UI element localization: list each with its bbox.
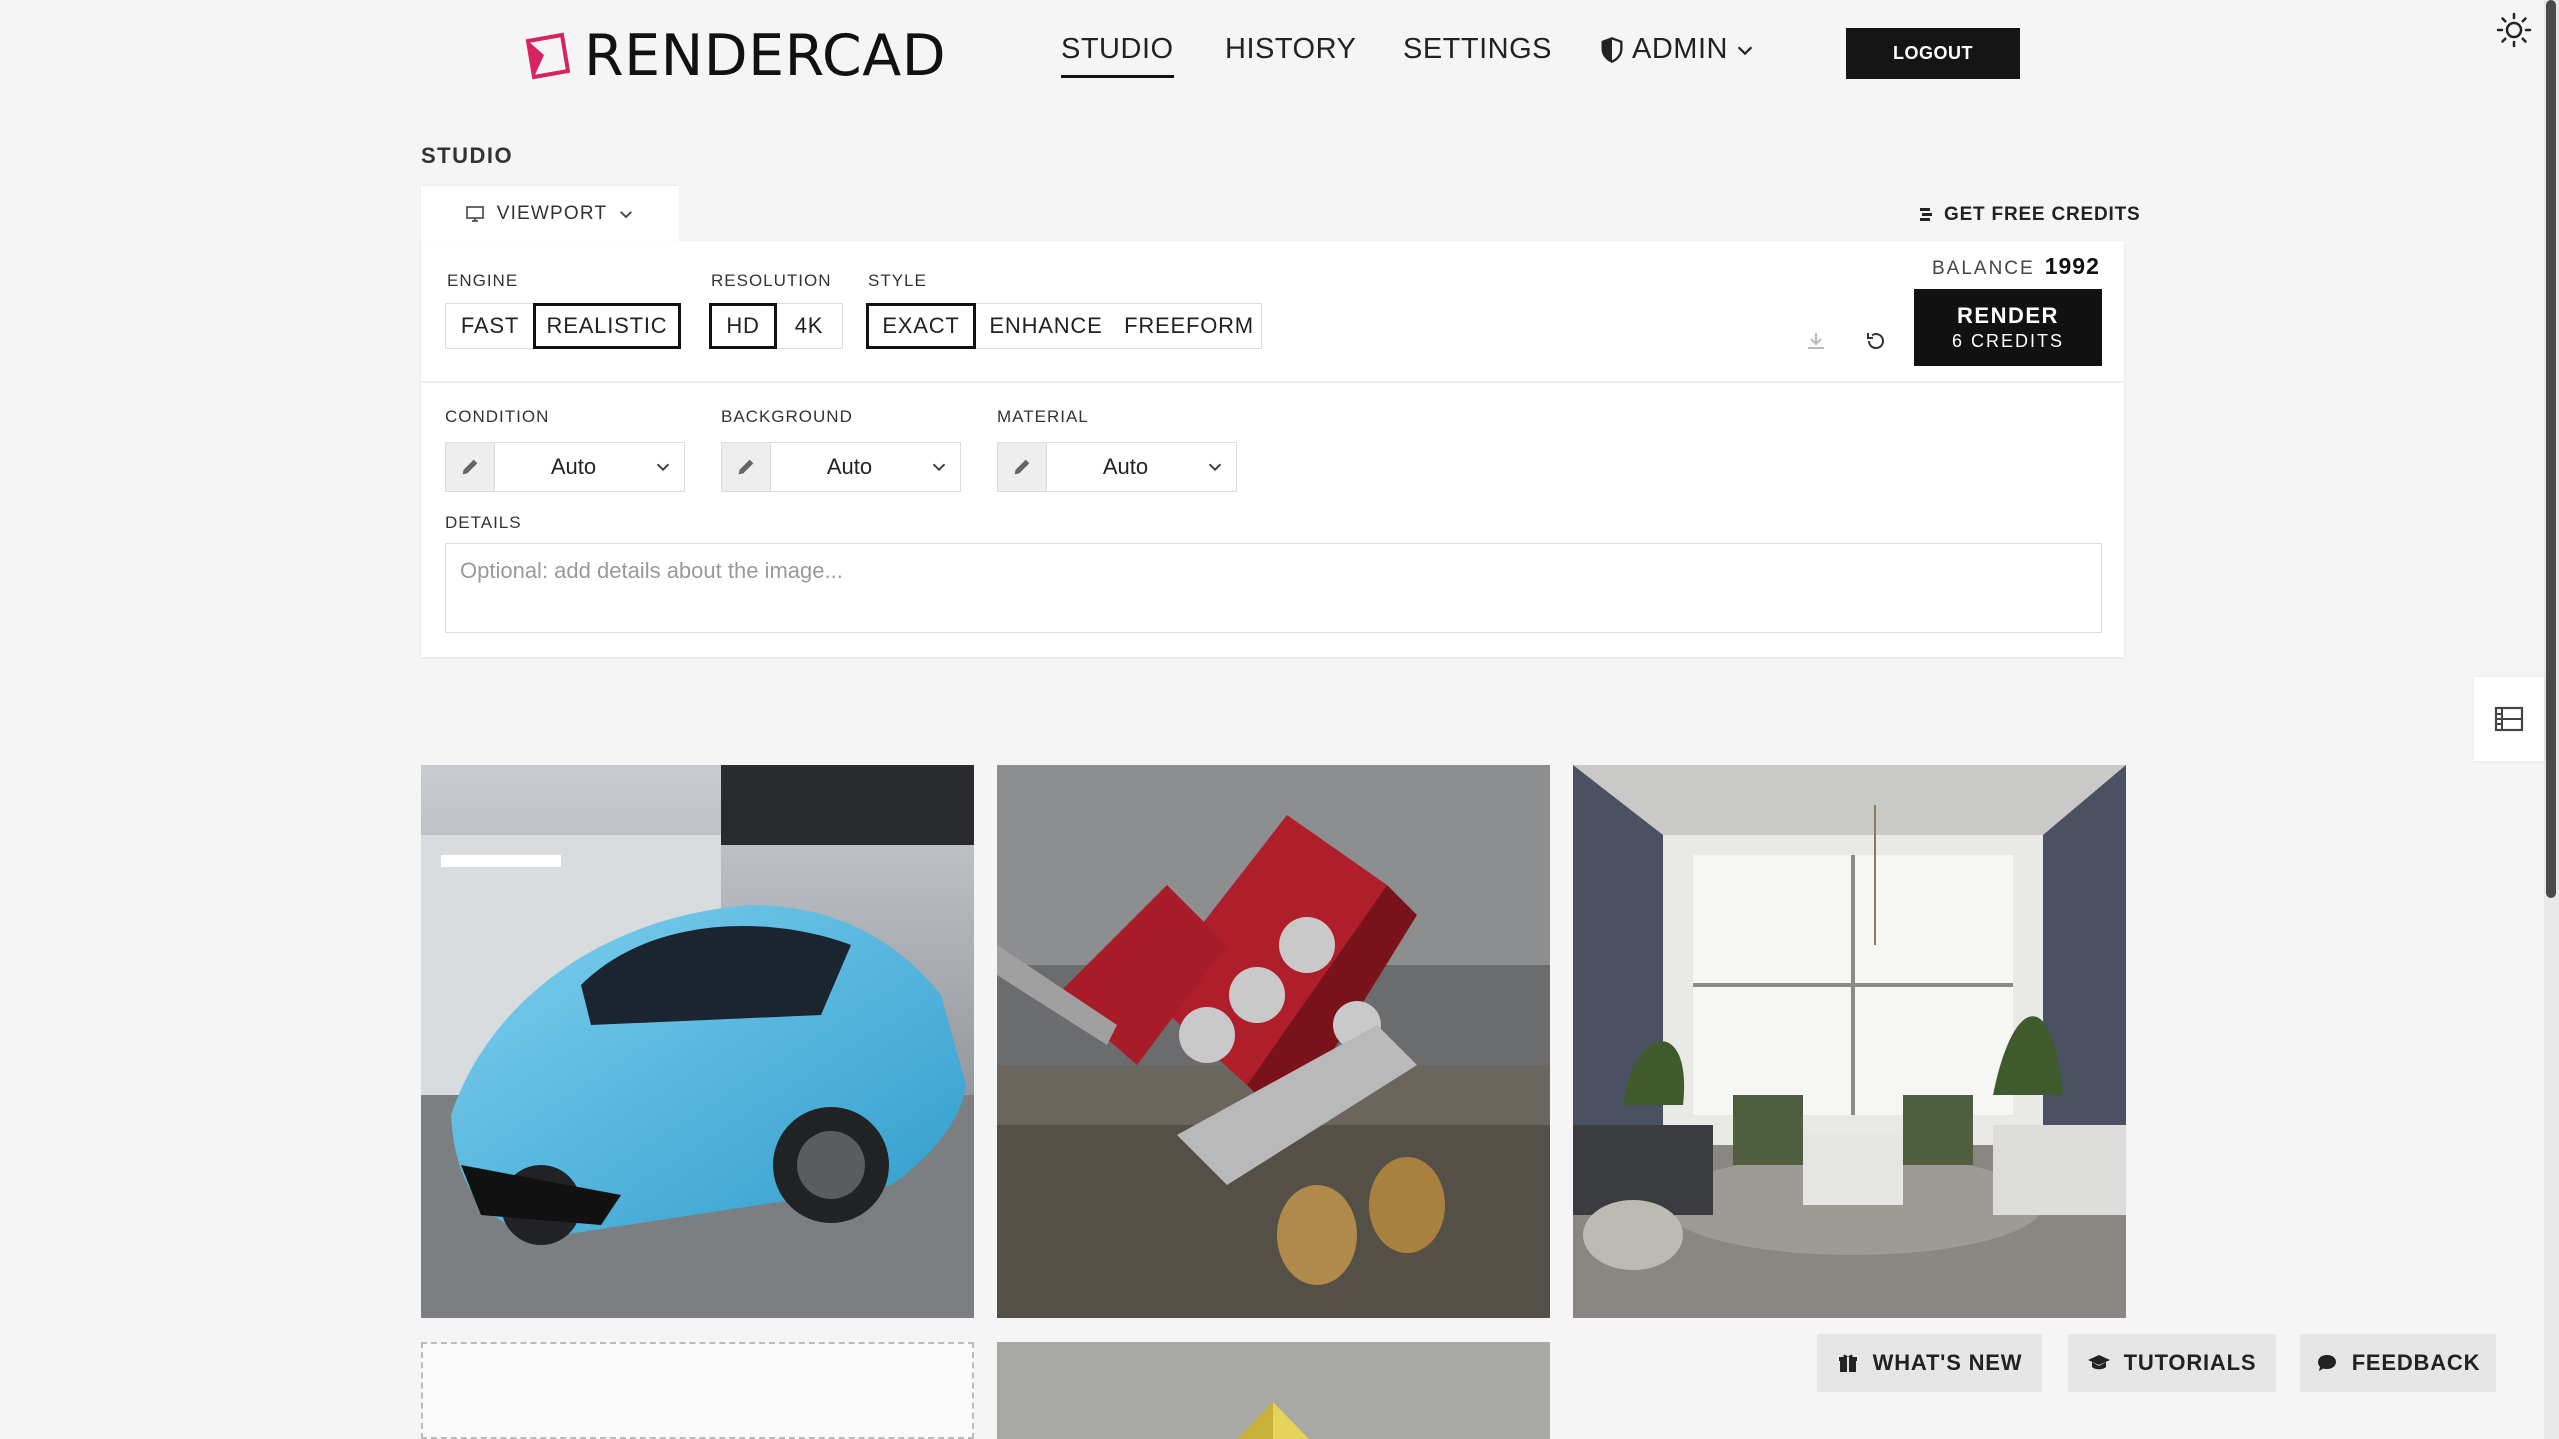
material-label: MATERIAL [997,407,1089,426]
graduation-cap-icon [2087,1355,2110,1370]
style-exact-button[interactable]: EXACT [866,303,976,349]
resolution-selector: HD 4K [709,303,843,349]
logo-icon [525,32,571,80]
reset-icon [1867,333,1884,350]
background-value: Auto [826,454,873,479]
whats-new-label: WHAT'S NEW [1872,1350,2023,1375]
nav-settings[interactable]: SETTINGS [1403,33,1552,66]
resolution-hd-button[interactable]: HD [709,303,777,349]
condition-edit-button[interactable] [446,443,495,491]
balance-value: 1992 [2044,253,2100,279]
style-selector: EXACT ENHANCE FREEFORM [866,303,1262,349]
background-edit-button[interactable] [722,443,771,491]
sun-icon [2496,12,2532,48]
feedback-label: FEEDBACK [2351,1350,2481,1375]
render-cost-label: 6 CREDITS [1951,331,2065,351]
panel-divider [421,381,2124,383]
chevron-down-icon [656,463,670,472]
condition-label: CONDITION [445,407,550,426]
scrollbar-thumb[interactable] [2546,0,2556,898]
film-icon [2494,706,2524,732]
pyramid-render-image [997,1342,1550,1439]
logo[interactable]: RENDERCAD [522,23,947,89]
nav-history[interactable]: HISTORY [1225,33,1356,66]
tutorials-label: TUTORIALS [2123,1350,2257,1375]
logout-button[interactable]: LOGOUT [1846,28,2020,79]
render-button[interactable]: RENDER 6 CREDITS [1914,289,2102,366]
theme-toggle[interactable] [2496,12,2532,48]
page-title: STUDIO [421,143,514,168]
style-label: STYLE [868,271,927,290]
gallery-image-pyramid[interactable] [997,1342,1550,1439]
credit-balance: BALANCE 1992 [1932,253,2100,280]
chevron-down-icon [1737,45,1753,55]
chevron-down-icon [1208,463,1222,472]
shield-icon [1601,36,1623,63]
whats-new-button[interactable]: WHAT'S NEW [1817,1334,2042,1392]
engine-render-image [997,765,1550,1318]
pencil-icon [462,459,478,475]
gallery-image-living-room[interactable] [1573,765,2126,1318]
engine-realistic-button[interactable]: REALISTIC [533,303,681,349]
coins-icon [1920,208,1932,221]
gallery-image-car[interactable] [421,765,974,1318]
condition-value: Auto [550,454,597,479]
gallery-upload-placeholder[interactable] [421,1342,974,1439]
gallery-image-engine[interactable] [997,765,1550,1318]
balance-label: BALANCE [1932,258,2035,279]
logo-text: RENDERCAD [584,23,947,89]
engine-fast-button[interactable]: FAST [446,304,534,348]
pencil-icon [738,459,754,475]
details-input[interactable]: Optional: add details about the image... [445,543,2102,633]
engine-label: ENGINE [447,271,519,290]
material-select[interactable]: Auto [997,442,1237,492]
reset-button[interactable] [1858,323,1894,359]
download-icon [1808,333,1824,349]
nav-studio[interactable]: STUDIO [1061,33,1174,78]
tutorials-button[interactable]: TUTORIALS [2068,1334,2276,1392]
feedback-button[interactable]: FEEDBACK [2300,1334,2496,1392]
viewport-tab[interactable]: VIEWPORT [421,186,679,242]
side-panel-toggle[interactable] [2474,677,2544,761]
style-enhance-button[interactable]: ENHANCE [975,304,1117,348]
nav-admin[interactable]: ADMIN [1598,33,1756,66]
gift-icon [1838,1354,1857,1372]
background-label: BACKGROUND [721,407,853,426]
monitor-icon [465,206,484,222]
car-render-image [421,765,974,1318]
resolution-4k-button[interactable]: 4K [776,304,842,348]
get-free-credits-link[interactable]: GET FREE CREDITS [1918,204,2140,226]
style-freeform-button[interactable]: FREEFORM [1117,304,1261,348]
nav-admin-label: ADMIN [1632,33,1728,65]
material-value: Auto [1102,454,1149,479]
material-edit-button[interactable] [998,443,1047,491]
engine-selector: FAST REALISTIC [445,303,681,349]
render-button-label: RENDER [1957,303,2059,328]
pencil-icon [1014,459,1030,475]
resolution-label: RESOLUTION [711,271,832,290]
living-room-render-image [1573,765,2126,1318]
get-free-credits-label: GET FREE CREDITS [1944,204,2141,225]
scrollbar[interactable] [2544,0,2559,1439]
render-settings-panel: ENGINE FAST REALISTIC RESOLUTION HD 4K S… [421,241,2124,657]
chevron-down-icon [932,463,946,472]
download-button[interactable] [1798,323,1834,359]
condition-select[interactable]: Auto [445,442,685,492]
background-select[interactable]: Auto [721,442,961,492]
viewport-tab-label: VIEWPORT [496,203,608,224]
chat-bubble-icon [2317,1355,2336,1371]
chevron-down-icon [620,211,633,219]
details-label: DETAILS [445,513,522,532]
